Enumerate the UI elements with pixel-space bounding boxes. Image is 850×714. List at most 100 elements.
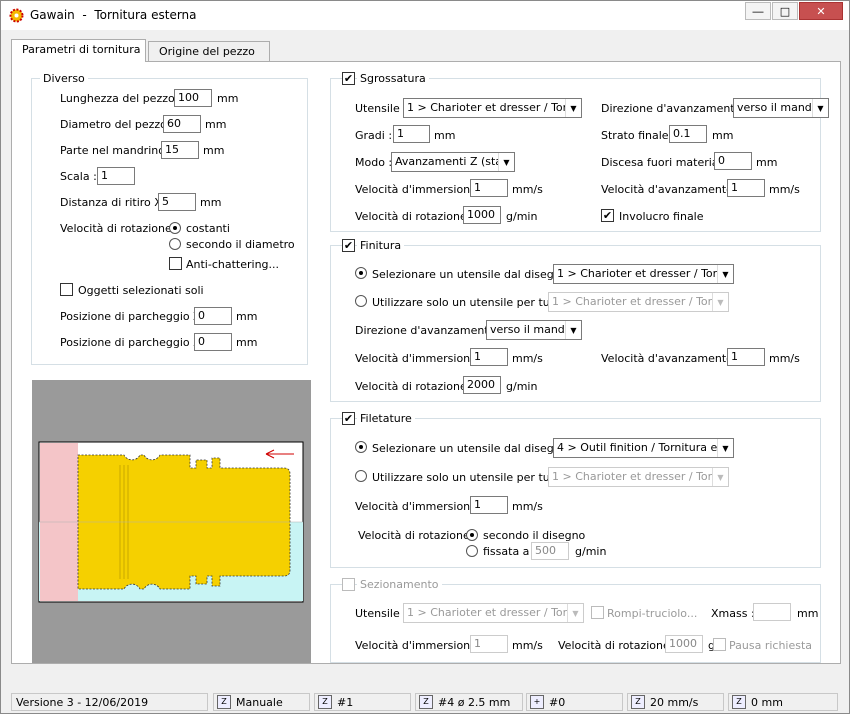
gmin-label: g/min [506,210,538,223]
filetature-solo-value: 1 > Charioter et dresser / Torr [552,470,717,483]
mms-label: mm/s [512,639,543,652]
gradi-input[interactable]: 1 [393,125,430,143]
fissata-input[interactable]: 500 [531,542,569,560]
status-mode: Z Manuale [213,693,310,711]
speed-icon: Z [631,695,645,709]
finitura-sel-select[interactable]: 1 > Charioter et dresser / Torn ▼ [553,264,734,284]
strato-input[interactable]: 0.1 [669,125,707,143]
minimize-button[interactable]: ― [745,2,771,20]
sez-vel-rot-input[interactable]: 1000 [665,635,703,653]
anti-chattering-checkbox[interactable] [169,257,182,270]
tab-origine[interactable]: Origine del pezzo [148,41,270,61]
mm-label: mm [756,156,778,169]
involucro-checkbox[interactable]: ✔ [601,209,614,222]
pausa-label: Pausa richiesta [729,639,813,652]
diverso-group: Diverso Lunghezza del pezzo : 100 mm Dia… [31,72,308,365]
pausa-checkbox[interactable] [713,638,726,651]
finitura-group: ✔ Finitura Selezionare un utensile dal d… [330,239,821,402]
chevron-down-icon: ▼ [565,99,581,117]
rompi-label: Rompi-truciolo... [607,607,698,620]
discesa-input[interactable]: 0 [714,152,752,170]
modo-select[interactable]: Avanzamenti Z (stan ▼ [391,152,515,172]
filetature-vel-imm-input[interactable]: 1 [470,496,508,514]
filetature-solo-radio[interactable] [355,470,367,482]
mm-label: mm [434,129,456,142]
dir-label: Direzione d'avanzamento : [601,102,749,115]
filetature-solo-select[interactable]: 1 > Charioter et dresser / Torr ▼ [548,467,729,487]
window-title: Gawain - Tornitura esterna [30,8,197,22]
origin-icon: + [530,695,544,709]
sgrossatura-group: ✔ Sgrossatura Utensile : 1 > Charioter e… [330,72,829,232]
finitura-vel-av-label: Velocità d'avanzamento : [601,352,741,365]
sezionamento-label: Sezionamento [357,578,442,591]
finitura-solo-select[interactable]: 1 > Charioter et dresser / Torr ▼ [548,292,729,312]
scala-input[interactable]: 1 [97,167,135,185]
finitura-label: Finitura [357,239,405,252]
finitura-vel-rot-input[interactable]: 2000 [463,376,501,394]
filetature-sel-select[interactable]: 4 > Outil finition / Tornitura est ▼ [553,438,734,458]
vel-av-input[interactable]: 1 [727,179,765,197]
chevron-down-icon: ▼ [498,153,514,171]
anti-chattering-label: Anti-chattering... [186,258,280,271]
mms-label: mm/s [512,500,543,513]
finitura-dir-select[interactable]: verso il mandrin ▼ [486,320,582,340]
sgrossatura-checkbox[interactable]: ✔ [342,72,355,85]
disegno-radio[interactable] [466,529,478,541]
posz-input[interactable]: 0 [194,307,232,325]
rompi-checkbox[interactable] [591,606,604,619]
mm-label: mm [712,129,734,142]
vel-rot-label: Velocità di rotazione : [355,210,474,223]
sez-utensile-select[interactable]: 1 > Charioter et dresser / Torr ▼ [403,603,584,623]
status-tool-text: #1 [337,696,354,709]
finitura-sel-radio[interactable] [355,267,367,279]
vel-imm-input[interactable]: 1 [470,179,508,197]
diametro-radio[interactable] [169,238,181,250]
status-origin-text: #0 [549,696,566,709]
diametro-input[interactable]: 60 [163,115,201,133]
status-z-text: 0 mm [751,696,783,709]
finitura-vel-av-input[interactable]: 1 [727,348,765,366]
utensile-value: 1 > Charioter et dresser / Torn [407,101,574,114]
tool-icon: Z [318,695,332,709]
main-window: Gawain - Tornitura esterna ― □ ✕ Paramet… [0,0,850,714]
unit-label: mm [217,92,239,105]
status-mode-text: Manuale [236,696,283,709]
tab-parametri[interactable]: Parametri di tornitura [11,39,146,62]
filetature-sel-radio[interactable] [355,441,367,453]
chevron-down-icon: ▼ [712,468,728,486]
finitura-sel-value: 1 > Charioter et dresser / Torn [557,267,724,280]
fissata-radio[interactable] [466,545,478,557]
posx-input[interactable]: 0 [194,333,232,351]
parte-input[interactable]: 15 [161,141,199,159]
scala-label: Scala : [60,170,97,183]
maximize-button[interactable]: □ [772,2,798,20]
finitura-vel-imm-input[interactable]: 1 [470,348,508,366]
unit-label: mm [236,336,258,349]
finitura-solo-label: Utilizzare solo un utensile per tutto : [372,296,573,309]
costanti-radio[interactable] [169,222,181,234]
utensile-label: Utensile : [355,102,407,115]
sezionamento-checkbox[interactable] [342,578,355,591]
utensile-select[interactable]: 1 > Charioter et dresser / Torn ▼ [403,98,582,118]
xmass-input[interactable] [753,603,791,621]
filetature-checkbox[interactable]: ✔ [342,412,355,425]
lunghezza-input[interactable]: 100 [174,89,212,107]
sez-vel-imm-input[interactable]: 1 [470,635,508,653]
close-button[interactable]: ✕ [799,2,843,20]
strato-label: Strato finale : [601,129,676,142]
filetature-vel-rot-label: Velocità di rotazione : [358,529,477,542]
gmin-label: g/min [506,380,538,393]
modo-value: Avanzamenti Z (stan [395,155,510,168]
oggetti-checkbox[interactable] [60,283,73,296]
discesa-label: Discesa fuori materia : [601,156,726,169]
distanza-input[interactable]: 5 [158,193,196,211]
vel-rot-input[interactable]: 1000 [463,206,501,224]
unit-label: mm [200,196,222,209]
finitura-solo-radio[interactable] [355,295,367,307]
filetature-vel-imm-label: Velocità d'immersione : [355,500,485,513]
finitura-checkbox[interactable]: ✔ [342,239,355,252]
maximize-icon: □ [779,4,791,18]
minimize-icon: ― [752,4,764,18]
dir-select[interactable]: verso il mandrin ▼ [733,98,829,118]
filetature-group: ✔ Filetature Selezionare un utensile dal… [330,412,821,568]
